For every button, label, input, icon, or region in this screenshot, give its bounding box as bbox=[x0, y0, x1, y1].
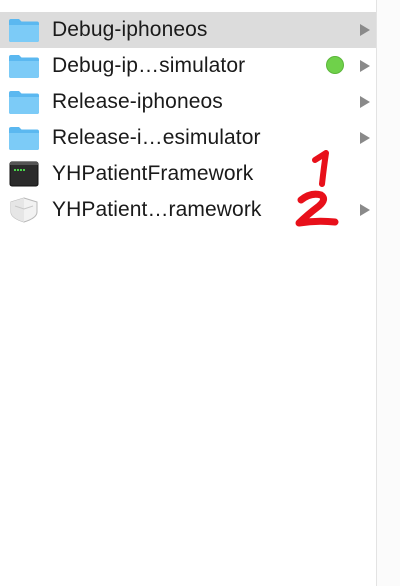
list-item-release-iphonesimulator[interactable]: Release-i…esimulator bbox=[0, 120, 376, 156]
folder-icon bbox=[9, 19, 39, 42]
green-tag-dot bbox=[326, 56, 344, 74]
disclosure-arrow-icon[interactable] bbox=[360, 60, 370, 72]
next-column-pane bbox=[377, 0, 400, 586]
list-item-label: Debug-iphoneos bbox=[52, 18, 208, 41]
disclosure-arrow-icon[interactable] bbox=[360, 96, 370, 108]
list-item-release-iphoneos[interactable]: Release-iphoneos bbox=[0, 84, 376, 120]
folder-icon bbox=[9, 55, 39, 78]
framework-bundle-icon bbox=[10, 197, 38, 223]
disclosure-arrow-icon[interactable] bbox=[360, 204, 370, 216]
folder-icon bbox=[9, 91, 39, 114]
file-list: Debug-iphoneos Debug-ip…simulator Releas… bbox=[0, 12, 376, 228]
disclosure-arrow-icon[interactable] bbox=[360, 132, 370, 144]
list-item-yhpatientframework-bundle[interactable]: YHPatient…ramework bbox=[0, 192, 376, 228]
list-item-label: Release-iphoneos bbox=[52, 90, 223, 113]
list-item-label: YHPatientFramework bbox=[52, 162, 254, 185]
list-item-debug-iphoneos[interactable]: Debug-iphoneos bbox=[0, 12, 376, 48]
list-item-label: Debug-ip…simulator bbox=[52, 54, 246, 77]
terminal-executable-icon bbox=[9, 161, 39, 187]
list-item-debug-iphonesimulator[interactable]: Debug-ip…simulator bbox=[0, 48, 376, 84]
list-item-label: YHPatient…ramework bbox=[52, 198, 262, 221]
folder-icon bbox=[9, 127, 39, 150]
list-item-label: Release-i…esimulator bbox=[52, 126, 261, 149]
finder-column-pane: Debug-iphoneos Debug-ip…simulator Releas… bbox=[0, 0, 376, 586]
list-item-yhpatientframework-binary[interactable]: YHPatientFramework bbox=[0, 156, 376, 192]
disclosure-arrow-icon[interactable] bbox=[360, 24, 370, 36]
